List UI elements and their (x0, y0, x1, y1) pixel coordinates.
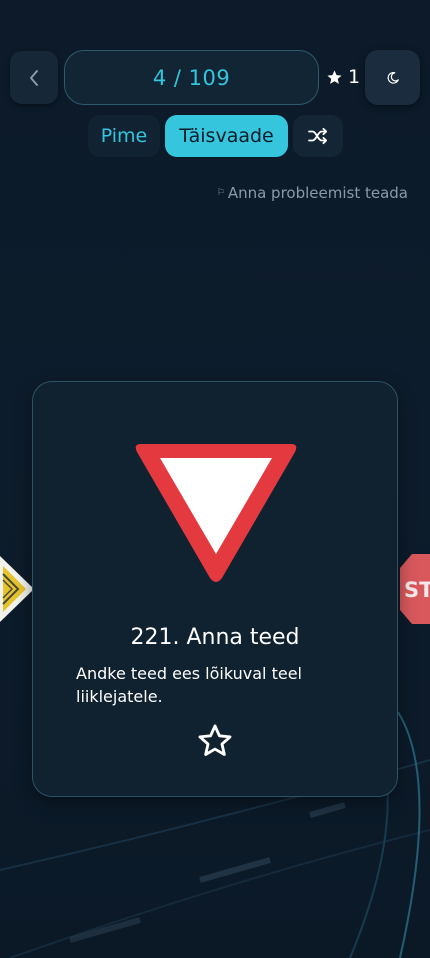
report-problem-label: Anna probleemist teada (227, 184, 408, 202)
view-mode-switch: Pime Täisvaade (88, 115, 343, 157)
sign-description: Andke teed ees lõikuval teel liiklejatel… (76, 664, 302, 706)
tab-blind[interactable]: Pime (88, 115, 160, 157)
sign-card[interactable]: 221. Anna teed Andke teed ees lõikuval t… (32, 381, 398, 797)
star-filled-icon (327, 69, 342, 84)
favorites-counter[interactable]: 1 (326, 64, 360, 90)
moon-icon (387, 71, 399, 84)
favorite-button[interactable] (194, 720, 236, 762)
flashcard-screen: 4 / 109 1 Pime Täisvaade ⚐ Anna probleem… (0, 0, 430, 958)
chevron-left-icon (30, 69, 38, 86)
report-problem-link[interactable]: ⚐ Anna probleemist teada (217, 184, 408, 202)
shuffle-button[interactable] (293, 115, 343, 157)
shuffle-icon (308, 127, 327, 145)
previous-card-peek[interactable] (0, 556, 34, 622)
back-button[interactable] (10, 51, 58, 104)
card-counter[interactable]: 4 / 109 (64, 50, 319, 105)
next-card-peek[interactable]: ST (400, 554, 430, 628)
sign-title: 221. Anna teed (130, 625, 300, 650)
stop-sign-partial-text: ST (404, 578, 430, 602)
favorites-count: 1 (348, 66, 361, 88)
yield-sign-image (135, 444, 297, 582)
stop-sign-partial: ST (400, 554, 430, 624)
star-outline-icon (198, 724, 232, 756)
tab-full-view[interactable]: Täisvaade (165, 115, 288, 157)
flag-icon: ⚐ (216, 188, 225, 198)
theme-toggle-button[interactable] (365, 50, 420, 105)
